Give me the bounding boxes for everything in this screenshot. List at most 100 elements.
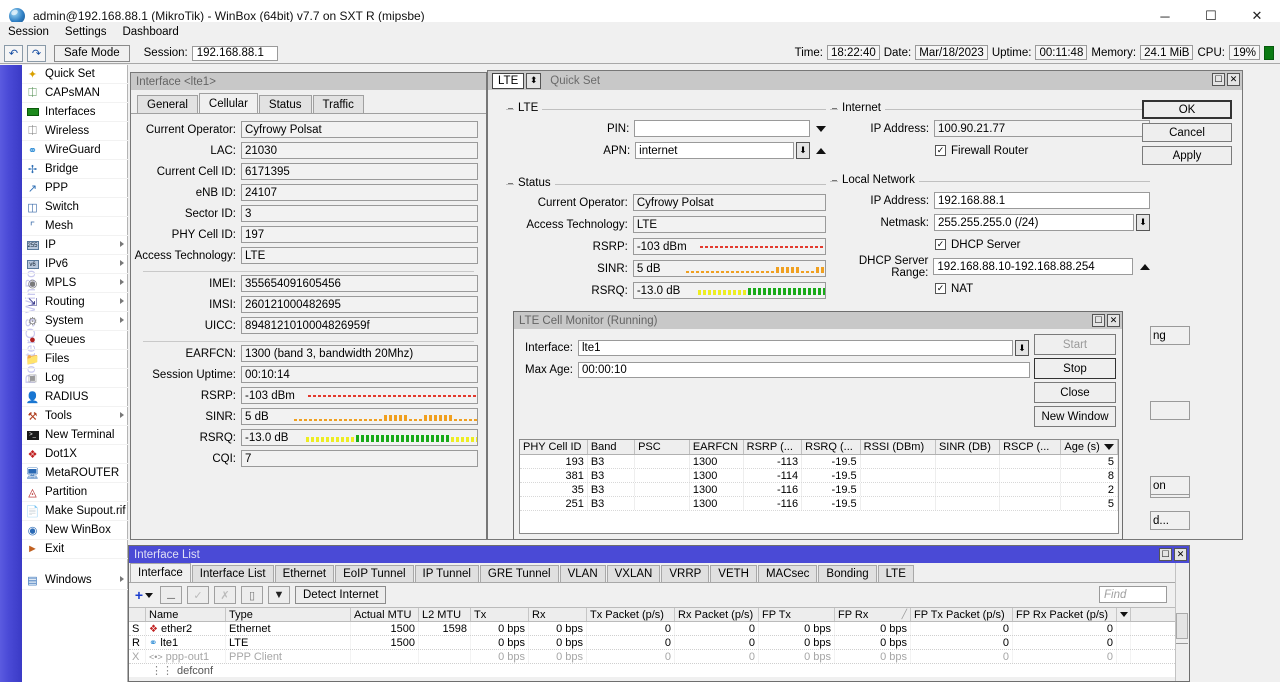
column-header[interactable]: SINR (DB) bbox=[936, 440, 1001, 454]
quick-set-mode-dropdown-icon[interactable]: ⬍ bbox=[526, 72, 542, 89]
dhcp-server-checkbox[interactable]: ✓ DHCP Server bbox=[935, 239, 1020, 251]
cell-monitor-column-menu-icon[interactable] bbox=[1101, 440, 1117, 454]
tab-general[interactable]: General bbox=[137, 95, 198, 113]
cm-new-window-button[interactable]: New Window bbox=[1034, 406, 1116, 427]
sidebar-item-wireguard[interactable]: ⚭ WireGuard bbox=[22, 141, 128, 160]
sidebar-item-system[interactable]: ⚙ System bbox=[22, 312, 128, 331]
tab-macsec[interactable]: MACsec bbox=[757, 565, 818, 582]
comment-icon[interactable]: ▯ bbox=[241, 586, 263, 604]
netmask-dropdown-icon[interactable]: ⬇ bbox=[1136, 214, 1150, 231]
apn-input[interactable]: internet bbox=[635, 142, 795, 159]
column-header[interactable]: Rx Packet (p/s) bbox=[678, 609, 753, 621]
tab-eoip-tunnel[interactable]: EoIP Tunnel bbox=[335, 565, 414, 582]
column-header[interactable]: Type bbox=[229, 609, 253, 621]
cm-interface-dropdown-icon[interactable]: ⬇ bbox=[1015, 340, 1029, 356]
sidebar-item-new-terminal[interactable]: >_ New Terminal bbox=[22, 426, 128, 445]
column-header[interactable]: Band bbox=[588, 440, 636, 454]
column-header[interactable]: Actual MTU bbox=[354, 609, 411, 621]
sidebar-item-wireless[interactable]: ⎅ Wireless bbox=[22, 122, 128, 141]
apn-dropdown-icon[interactable]: ⬇ bbox=[796, 142, 811, 159]
tab-interface-list[interactable]: Interface List bbox=[191, 565, 274, 582]
dhcp-range-collapse-icon[interactable] bbox=[1140, 263, 1150, 270]
sidebar-item-log[interactable]: ▣ Log bbox=[22, 369, 128, 388]
redo-icon[interactable]: ↷ bbox=[27, 44, 46, 62]
enable-icon[interactable]: ✓ bbox=[187, 586, 209, 604]
add-icon[interactable]: + bbox=[133, 586, 155, 604]
interface-list-close-icon[interactable]: ✕ bbox=[1174, 548, 1187, 561]
sidebar-item-routing[interactable]: ⇲ Routing bbox=[22, 293, 128, 312]
sidebar-item-bridge[interactable]: ✢ Bridge bbox=[22, 160, 128, 179]
menu-settings[interactable]: Settings bbox=[57, 24, 115, 40]
tab-vxlan[interactable]: VXLAN bbox=[606, 565, 661, 582]
cm-close-button[interactable]: Close bbox=[1034, 382, 1116, 403]
sidebar-item-tools[interactable]: ⚒ Tools bbox=[22, 407, 128, 426]
quickset-hidden-button-2[interactable] bbox=[1150, 401, 1190, 420]
tab-interface[interactable]: Interface bbox=[130, 563, 191, 582]
table-row[interactable]: R ⚭ lte1 LTE 1500 0 bps 0 bps 0 0 0 bps 0 bps 0 0 bbox=[129, 636, 1189, 650]
sidebar-item-ipv6[interactable]: v6 IPv6 bbox=[22, 255, 128, 274]
table-row[interactable]: S ❖ ether2 Ethernet 1500 1598 0 bps 0 bps 0 0 0 bp… bbox=[129, 622, 1189, 636]
column-header[interactable]: Tx Packet (p/s) bbox=[590, 609, 664, 621]
column-header[interactable]: Rx bbox=[532, 609, 545, 621]
cancel-button[interactable]: Cancel bbox=[1142, 123, 1232, 142]
table-row[interactable]: X <•> ppp-out1 PPP Client 0 bps 0 bps 0 0 0 bps 0… bbox=[129, 650, 1189, 664]
sidebar-item-switch[interactable]: ◫ Switch bbox=[22, 198, 128, 217]
undo-icon[interactable]: ↶ bbox=[4, 44, 23, 62]
quick-set-close-icon[interactable]: ✕ bbox=[1227, 73, 1240, 86]
local-ip-input[interactable]: 192.168.88.1 bbox=[934, 192, 1150, 209]
tab-status[interactable]: Status bbox=[258, 95, 312, 113]
sidebar-item-radius[interactable]: 👤 RADIUS bbox=[22, 388, 128, 407]
quickset-hidden-button-5[interactable]: d... bbox=[1150, 511, 1190, 530]
column-header[interactable]: FP Tx Packet (p/s) bbox=[914, 609, 1005, 621]
find-input[interactable]: Find bbox=[1099, 586, 1167, 603]
apply-button[interactable]: Apply bbox=[1142, 146, 1232, 165]
sidebar-item-files[interactable]: 📁 Files bbox=[22, 350, 128, 369]
sidebar-item-mpls[interactable]: ◉ MPLS bbox=[22, 274, 128, 293]
tab-gre-tunnel[interactable]: GRE Tunnel bbox=[479, 565, 559, 582]
cm-maxage-input[interactable]: 00:00:10 bbox=[578, 362, 1030, 378]
dhcp-server-check-icon[interactable]: ✓ bbox=[935, 239, 946, 250]
sidebar-item-quick-set[interactable]: ✦ Quick Set bbox=[22, 65, 128, 84]
tab-traffic[interactable]: Traffic bbox=[312, 95, 364, 113]
tab-lte[interactable]: LTE bbox=[877, 565, 914, 582]
column-header[interactable]: Name bbox=[149, 609, 178, 621]
column-header[interactable]: RSRQ (... bbox=[802, 440, 861, 454]
sidebar-item-mesh[interactable]: ⌜ Mesh bbox=[22, 217, 128, 236]
sidebar-item-ip[interactable]: 255 IP bbox=[22, 236, 128, 255]
sidebar-item-capsman[interactable]: ⎅ CAPsMAN bbox=[22, 84, 128, 103]
column-header[interactable]: FP Tx bbox=[762, 609, 791, 621]
tab-veth[interactable]: VETH bbox=[710, 565, 757, 582]
sidebar-item-exit[interactable]: ► Exit bbox=[22, 540, 128, 559]
disable-icon[interactable]: ✗ bbox=[214, 586, 236, 604]
column-header[interactable]: FP Rx bbox=[838, 609, 868, 621]
quickset-hidden-button-1[interactable]: ng bbox=[1150, 326, 1190, 345]
sidebar-item-make-supout-rif[interactable]: 📄 Make Supout.rif bbox=[22, 502, 128, 521]
column-header[interactable]: PHY Cell ID bbox=[520, 440, 588, 454]
cell-monitor-restore-icon[interactable]: ☐ bbox=[1092, 314, 1105, 327]
table-row[interactable]: 35 B3 1300 -116 -19.5 2 bbox=[520, 483, 1118, 497]
column-header[interactable]: EARFCN bbox=[690, 440, 744, 454]
tab-vlan[interactable]: VLAN bbox=[559, 565, 606, 582]
detect-internet-button[interactable]: Detect Internet bbox=[295, 586, 387, 604]
sidebar-item-partition[interactable]: ◬ Partition bbox=[22, 483, 128, 502]
cell-monitor-close-icon[interactable]: ✕ bbox=[1107, 314, 1120, 327]
menu-dashboard[interactable]: Dashboard bbox=[114, 24, 186, 40]
column-header[interactable]: RSRP (... bbox=[744, 440, 803, 454]
ok-button[interactable]: OK bbox=[1142, 100, 1232, 119]
table-row[interactable]: 381 B3 1300 -114 -19.5 8 bbox=[520, 469, 1118, 483]
column-header[interactable]: PSC bbox=[635, 440, 690, 454]
firewall-router-check-icon[interactable]: ✓ bbox=[935, 145, 946, 156]
column-header[interactable]: L2 MTU bbox=[422, 609, 461, 621]
quickset-hidden-button-4[interactable]: on bbox=[1150, 476, 1190, 495]
firewall-router-checkbox[interactable]: ✓ Firewall Router bbox=[935, 145, 1028, 157]
nat-checkbox[interactable]: ✓ NAT bbox=[935, 283, 973, 295]
sidebar-item-interfaces[interactable]: Interfaces bbox=[22, 103, 128, 122]
session-value[interactable]: 192.168.88.1 bbox=[191, 45, 278, 61]
column-menu-icon[interactable] bbox=[1117, 608, 1131, 621]
filter-icon[interactable]: ▼ bbox=[268, 586, 290, 604]
menu-session[interactable]: Session bbox=[0, 24, 57, 40]
tab-ip-tunnel[interactable]: IP Tunnel bbox=[414, 565, 479, 582]
quick-set-mode-value[interactable]: LTE bbox=[492, 72, 525, 89]
sidebar-item-metarouter[interactable]: 🖥 MetaROUTER bbox=[22, 464, 128, 483]
interface-list-scrollbar[interactable] bbox=[1175, 563, 1189, 681]
